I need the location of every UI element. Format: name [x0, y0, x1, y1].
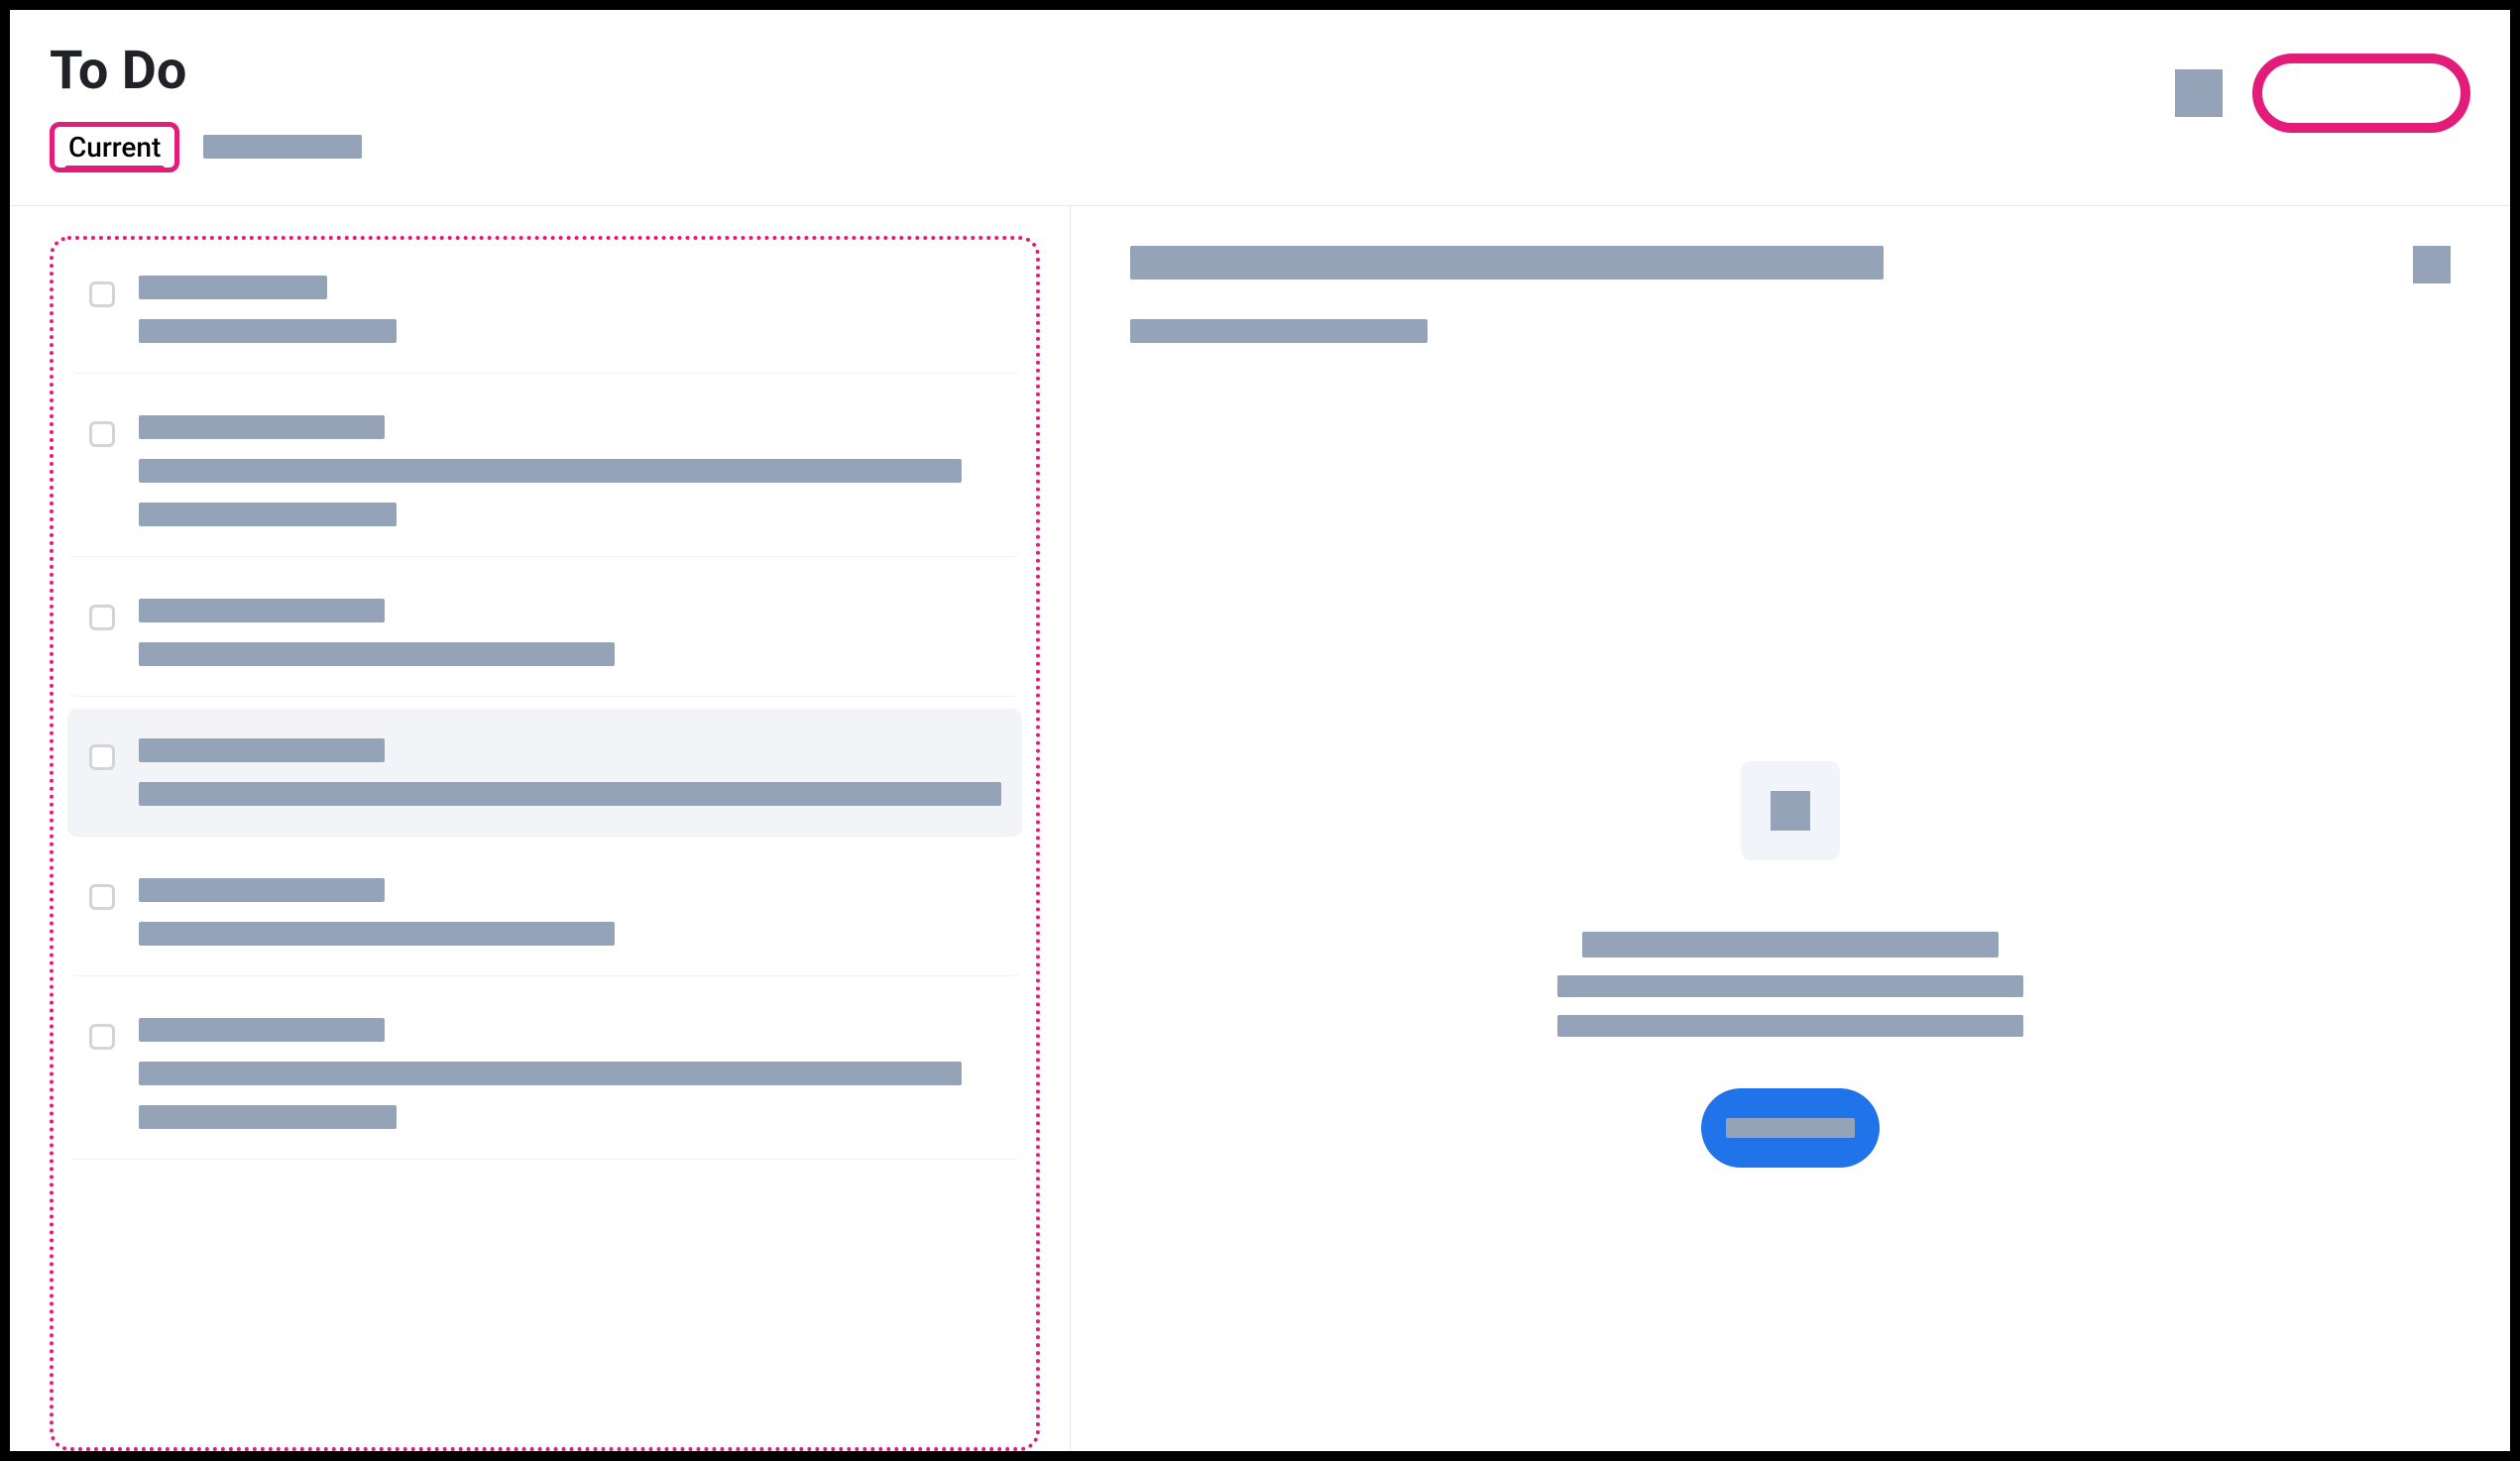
task-description-line [139, 642, 615, 666]
task-title [139, 1018, 385, 1042]
empty-state-icon [1741, 761, 1840, 860]
task-checkbox[interactable] [89, 281, 115, 307]
task-row[interactable] [67, 569, 1022, 697]
header-actions [2175, 54, 2470, 133]
task-title [139, 878, 385, 902]
task-description-line [139, 782, 1001, 806]
task-row[interactable] [67, 386, 1022, 557]
detail-title-block [1130, 246, 1884, 343]
empty-state-action-label [1726, 1118, 1855, 1138]
tab-secondary[interactable] [203, 135, 362, 159]
empty-state-text [1557, 932, 2023, 1037]
task-description-line [139, 1105, 397, 1129]
task-title [139, 415, 385, 439]
task-description-line [139, 503, 397, 526]
header-primary-button[interactable] [2252, 54, 2470, 133]
task-checkbox[interactable] [89, 744, 115, 770]
body [10, 206, 2510, 1451]
task-row[interactable] [67, 709, 1022, 837]
empty-state-action-button[interactable] [1701, 1088, 1880, 1168]
task-list [54, 240, 1036, 1166]
task-content [139, 878, 992, 946]
detail-action-icon[interactable] [2413, 246, 2451, 283]
task-description-line [139, 922, 615, 946]
task-row[interactable] [67, 246, 1022, 374]
task-checkbox[interactable] [89, 1024, 115, 1050]
task-description-line [139, 459, 962, 483]
task-description-line [139, 319, 397, 343]
page-title: To Do [50, 40, 2470, 102]
task-checkbox[interactable] [89, 421, 115, 447]
task-title [139, 276, 327, 299]
task-row[interactable] [67, 988, 1022, 1160]
task-content [139, 599, 992, 666]
task-list-panel [10, 206, 1071, 1451]
task-content [139, 1018, 992, 1129]
task-content [139, 738, 1001, 806]
header-square-button[interactable] [2175, 69, 2223, 117]
task-content [139, 415, 992, 526]
task-checkbox[interactable] [89, 884, 115, 910]
tab-current[interactable]: Current [50, 122, 179, 172]
task-content [139, 276, 992, 343]
header: To Do Current [10, 10, 2510, 206]
task-list-highlight [50, 236, 1040, 1451]
detail-header [1130, 246, 2451, 343]
empty-state [1071, 761, 2510, 1168]
task-detail-panel [1071, 206, 2510, 1451]
task-row[interactable] [67, 848, 1022, 976]
task-description-line [139, 1062, 962, 1085]
detail-title [1130, 246, 1884, 280]
task-title [139, 599, 385, 622]
tabs: Current [50, 122, 2470, 172]
document-icon [1771, 791, 1810, 831]
task-title [139, 738, 385, 762]
detail-subtitle [1130, 319, 1884, 343]
task-checkbox[interactable] [89, 605, 115, 630]
